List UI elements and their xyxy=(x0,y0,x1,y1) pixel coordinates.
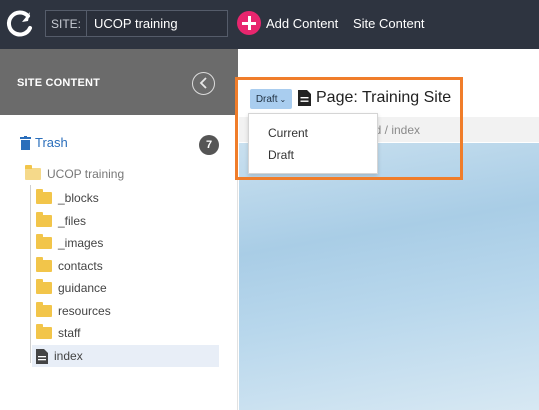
site-tag-label: SITE: xyxy=(46,11,88,36)
tree-root-folder[interactable]: UCOP training xyxy=(25,165,125,181)
sidebar-title: SITE CONTENT xyxy=(17,77,101,89)
folder-icon xyxy=(36,234,52,249)
folder-icon xyxy=(36,212,52,227)
tree-item-label: _blocks xyxy=(58,191,99,205)
sidebar-header: SITE CONTENT xyxy=(0,49,238,115)
chevron-down-icon: ⌄ xyxy=(279,94,287,104)
tree-item-images[interactable]: _images xyxy=(36,234,104,250)
top-bar: SITE: UCOP training Add Content Site Con… xyxy=(0,0,539,49)
trash-icon xyxy=(20,135,31,150)
site-selector[interactable]: SITE: UCOP training xyxy=(45,10,228,37)
tree-item-files[interactable]: _files xyxy=(36,212,87,228)
page-title: Page: Training Site xyxy=(298,89,451,107)
folder-icon xyxy=(25,165,41,180)
breadcrumb: ld / index xyxy=(372,123,421,137)
tree-item-label: _files xyxy=(58,214,87,228)
tree-item-index[interactable]: index xyxy=(32,345,219,367)
chevron-left-icon xyxy=(199,77,207,89)
menu-item-current[interactable]: Current xyxy=(268,126,308,140)
tree-item-staff[interactable]: staff xyxy=(36,324,81,340)
tree-root-label: UCOP training xyxy=(47,167,125,181)
menu-item-draft[interactable]: Draft xyxy=(268,148,294,162)
page-icon xyxy=(36,348,48,364)
site-content-tree: Trash 7 UCOP training _blocks _files _im… xyxy=(0,115,238,410)
tree-connector xyxy=(30,185,31,363)
cascade-logo-icon[interactable] xyxy=(6,8,36,38)
trash-count-badge: 7 xyxy=(199,135,219,155)
page-icon xyxy=(298,90,311,106)
tree-item-label: _images xyxy=(58,236,104,250)
folder-icon xyxy=(36,279,52,294)
version-dropdown-menu: Current Draft xyxy=(248,113,378,174)
tree-item-blocks[interactable]: _blocks xyxy=(36,189,99,205)
version-toggle-label: Draft xyxy=(255,93,278,105)
site-name: UCOP training xyxy=(94,16,178,31)
tree-item-label: contacts xyxy=(58,259,103,273)
tree-item-label: index xyxy=(54,349,83,363)
folder-icon xyxy=(36,302,52,317)
page-title-text: Page: Training Site xyxy=(316,89,452,106)
add-content-label: Add Content xyxy=(266,15,339,31)
site-content-link[interactable]: Site Content xyxy=(353,16,425,31)
add-content-button[interactable]: Add Content xyxy=(237,11,338,35)
folder-icon xyxy=(36,324,52,339)
tree-item-resources[interactable]: resources xyxy=(36,302,111,318)
folder-icon xyxy=(36,257,52,272)
tree-item-label: staff xyxy=(58,326,81,340)
tree-item-contacts[interactable]: contacts xyxy=(36,257,103,273)
tree-item-guidance[interactable]: guidance xyxy=(36,279,107,295)
collapse-sidebar-button[interactable] xyxy=(192,72,215,95)
tree-item-label: resources xyxy=(58,304,111,318)
plus-circle-icon xyxy=(237,11,261,35)
version-toggle-button[interactable]: Draft ⌄ xyxy=(250,89,292,109)
tree-item-label: guidance xyxy=(58,281,107,295)
page-preview-image xyxy=(239,143,539,410)
folder-icon xyxy=(36,189,52,204)
trash-label: Trash xyxy=(35,135,68,150)
trash-link[interactable]: Trash xyxy=(20,135,68,150)
